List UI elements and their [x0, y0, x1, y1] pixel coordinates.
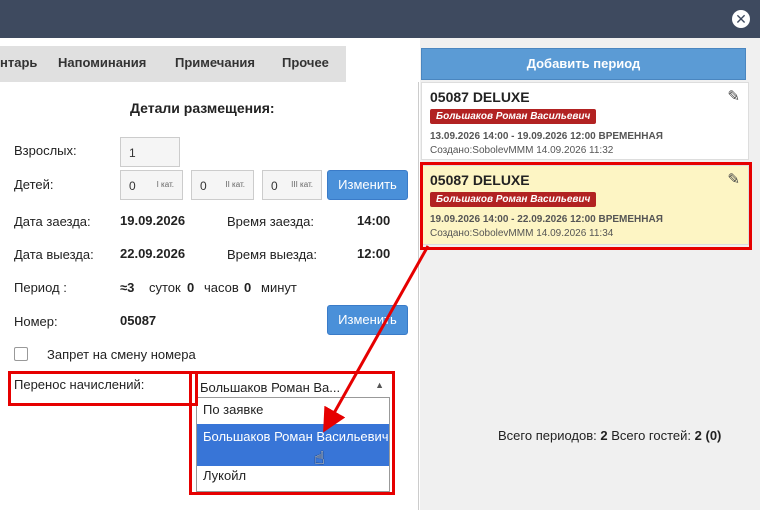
tab-other[interactable]: Прочее: [282, 46, 329, 82]
checkout-date-label: Дата выезда:: [14, 247, 94, 262]
pencil-icon[interactable]: ✎: [727, 170, 740, 188]
tab-bar: нтарь Напоминания Примечания Прочее: [0, 46, 346, 82]
pencil-icon[interactable]: ✎: [727, 87, 740, 105]
add-period-button[interactable]: Добавить период: [421, 48, 746, 80]
dialog-titlebar: ✕: [0, 0, 760, 38]
period-guest-badge: Большаков Роман Васильевич: [430, 109, 597, 124]
period-created: Создано:SobolevMMM 14.09.2026 11:32: [430, 145, 614, 156]
children-cat2-input[interactable]: 0 II кат.: [191, 170, 254, 200]
period-dates: 19.09.2026 14:00 - 22.09.2026 12:00 ВРЕМ…: [430, 214, 663, 225]
hand-cursor-icon: ☝: [314, 448, 325, 468]
period-guest-badge: Большаков Роман Васильевич: [430, 192, 597, 207]
tab-notes[interactable]: Примечания: [175, 46, 255, 82]
children-label: Детей:: [14, 177, 54, 192]
change-guests-button[interactable]: Изменить: [327, 170, 408, 200]
period-approx: ≈3: [120, 280, 135, 295]
totals-guests: 2 (0): [694, 428, 722, 443]
period-label: Период :: [14, 280, 67, 295]
period-card[interactable]: 05087 DELUXE ✎ Большаков Роман Васильеви…: [421, 82, 749, 160]
adults-input[interactable]: 1: [120, 137, 180, 167]
details-title: Детали размещения:: [130, 100, 275, 116]
checkin-date-label: Дата заезда:: [14, 214, 91, 229]
checkout-time-label: Время выезда:: [227, 247, 318, 262]
transfer-option-guest[interactable]: Большаков Роман Васильевич: [197, 424, 389, 466]
totals-guests-label: Всего гостей:: [611, 428, 692, 443]
period-dates: 13.09.2026 14:00 - 19.09.2026 12:00 ВРЕМ…: [430, 131, 663, 142]
checkin-time-label: Время заезда:: [227, 214, 314, 229]
hours-label: часов: [204, 280, 239, 295]
days-label: суток: [149, 280, 181, 295]
adults-label: Взрослых:: [14, 143, 77, 158]
minutes-label: минут: [261, 280, 297, 295]
tab-reminders[interactable]: Напоминания: [58, 46, 146, 82]
change-room-button[interactable]: Изменить: [327, 305, 408, 335]
room-label: Номер:: [14, 314, 58, 329]
transfer-label: Перенос начислений:: [14, 377, 145, 392]
totals: Всего периодов: 2 Всего гостей: 2 (0): [498, 428, 721, 443]
period-card-active[interactable]: 05087 DELUXE ✎ Большаков Роман Васильеви…: [421, 165, 749, 245]
no-room-change-label: Запрет на смену номера: [47, 347, 196, 362]
totals-periods: 2: [600, 428, 608, 443]
transfer-option-lukoil[interactable]: Лукойл: [197, 468, 389, 488]
transfer-option-by-request[interactable]: По заявке: [197, 402, 389, 424]
chevron-up-icon: ▲: [375, 380, 384, 390]
period-room-type: 05087 DELUXE: [430, 89, 530, 105]
children-cat1-input[interactable]: 0I кат.: [120, 170, 183, 200]
close-icon[interactable]: ✕: [732, 10, 750, 28]
no-room-change-checkbox[interactable]: [14, 347, 28, 361]
checkin-date: 19.09.2026: [120, 213, 186, 228]
checkout-date: 22.09.2026: [120, 246, 186, 261]
room-number: 05087: [120, 313, 157, 328]
period-room-type: 05087 DELUXE: [430, 172, 530, 188]
hours-value: 0: [187, 280, 195, 295]
checkin-time: 14:00: [357, 213, 391, 228]
period-created: Создано:SobolevMMM 14.09.2026 11:34: [430, 228, 614, 239]
minutes-value: 0: [244, 280, 252, 295]
children-cat3-input[interactable]: 0 III кат.: [262, 170, 322, 200]
tab-inventory[interactable]: нтарь: [0, 46, 37, 82]
totals-periods-label: Всего периодов:: [498, 428, 597, 443]
transfer-dropdown: По заявке Большаков Роман Васильевич Лук…: [196, 397, 390, 492]
checkout-time: 12:00: [357, 246, 391, 261]
